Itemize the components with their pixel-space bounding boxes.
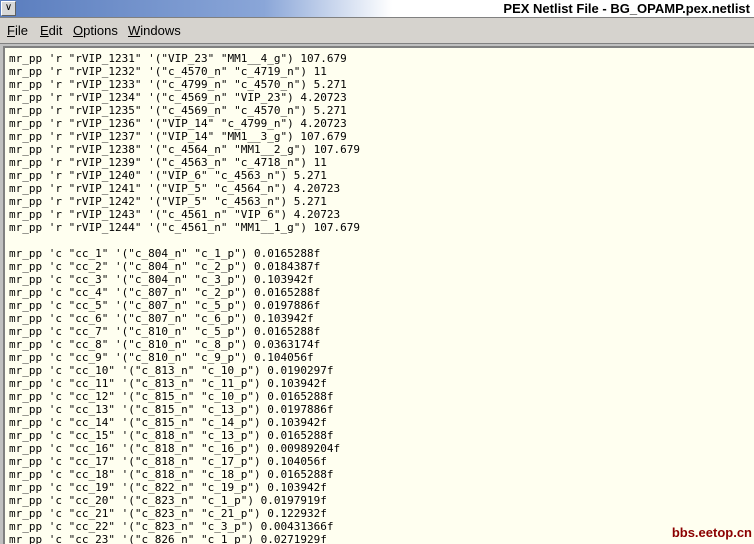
menu-windows[interactable]: Windows (128, 23, 181, 38)
netlist-line: mr_pp 'r "rVIP_1234" '("c_4569_n" "VIP_2… (9, 91, 347, 104)
netlist-line: mr_pp 'c "cc_3" '("c_804_n" "c_3_p") 0.1… (9, 273, 314, 286)
netlist-line: mr_pp 'r "rVIP_1242" '("VIP_5" "c_4563_n… (9, 195, 327, 208)
netlist-line: mr_pp 'c "cc_19" '("c_822_n" "c_19_p") 0… (9, 481, 327, 494)
netlist-line: mr_pp 'r "rVIP_1236" '("VIP_14" "c_4799_… (9, 117, 347, 130)
netlist-line: mr_pp 'c "cc_8" '("c_810_n" "c_8_p") 0.0… (9, 338, 321, 351)
netlist-text-area[interactable]: mr_pp 'r "rVIP_1231" '("VIP_23" "MM1__4_… (3, 46, 754, 544)
netlist-line: mr_pp 'r "rVIP_1238" '("c_4564_n" "MM1__… (9, 143, 360, 156)
netlist-line: mr_pp 'r "rVIP_1243" '("c_4561_n" "VIP_6… (9, 208, 341, 221)
netlist-line: mr_pp 'r "rVIP_1231" '("VIP_23" "MM1__4_… (9, 52, 347, 65)
watermark: bbs.eetop.cn (671, 525, 752, 540)
window-title: PEX Netlist File - BG_OPAMP.pex.netlist (503, 1, 750, 16)
menu-options[interactable]: Options (73, 23, 118, 38)
netlist-line: mr_pp 'c "cc_22" '("c_823_n" "c_3_p") 0.… (9, 520, 334, 533)
netlist-line (9, 234, 360, 247)
netlist-line: mr_pp 'c "cc_5" '("c_807_n" "c_5_p") 0.0… (9, 299, 321, 312)
netlist-line: mr_pp 'c "cc_10" '("c_813_n" "c_10_p") 0… (9, 364, 334, 377)
netlist-line: mr_pp 'c "cc_15" '("c_818_n" "c_13_p") 0… (9, 429, 334, 442)
netlist-line: mr_pp 'c "cc_21" '("c_823_n" "c_21_p") 0… (9, 507, 327, 520)
menu-bar: File Edit Options Windows (0, 18, 754, 44)
netlist-line: mr_pp 'r "rVIP_1232" '("c_4570_n" "c_471… (9, 65, 327, 78)
netlist-line: mr_pp 'c "cc_2" '("c_804_n" "c_2_p") 0.0… (9, 260, 321, 273)
netlist-line: mr_pp 'r "rVIP_1239" '("c_4563_n" "c_471… (9, 156, 327, 169)
netlist-line: mr_pp 'r "rVIP_1237" '("VIP_14" "MM1__3_… (9, 130, 347, 143)
chevron-down-icon: ∨ (4, 2, 13, 13)
netlist-line: mr_pp 'c "cc_13" '("c_815_n" "c_13_p") 0… (9, 403, 334, 416)
netlist-line: mr_pp 'c "cc_20" '("c_823_n" "c_1_p") 0.… (9, 494, 327, 507)
netlist-line: mr_pp 'c "cc_18" '("c_818_n" "c_18_p") 0… (9, 468, 334, 481)
netlist-line: mr_pp 'c "cc_11" '("c_813_n" "c_11_p") 0… (9, 377, 327, 390)
netlist-line: mr_pp 'r "rVIP_1244" '("c_4561_n" "MM1__… (9, 221, 360, 234)
netlist-line: mr_pp 'c "cc_23" '("c_826_n" "c_1_p") 0.… (9, 533, 327, 544)
netlist-line: mr_pp 'c "cc_16" '("c_818_n" "c_16_p") 0… (9, 442, 341, 455)
netlist-line: mr_pp 'c "cc_6" '("c_807_n" "c_6_p") 0.1… (9, 312, 314, 325)
netlist-line: mr_pp 'r "rVIP_1235" '("c_4569_n" "c_457… (9, 104, 347, 117)
netlist-line: mr_pp 'c "cc_14" '("c_815_n" "c_14_p") 0… (9, 416, 327, 429)
netlist-line: mr_pp 'c "cc_12" '("c_815_n" "c_10_p") 0… (9, 390, 334, 403)
netlist-lines: mr_pp 'r "rVIP_1231" '("VIP_23" "MM1__4_… (9, 52, 360, 544)
netlist-line: mr_pp 'c "cc_4" '("c_807_n" "c_2_p") 0.0… (9, 286, 321, 299)
netlist-line: mr_pp 'c "cc_7" '("c_810_n" "c_5_p") 0.0… (9, 325, 321, 338)
netlist-line: mr_pp 'c "cc_17" '("c_818_n" "c_17_p") 0… (9, 455, 327, 468)
netlist-line: mr_pp 'r "rVIP_1241" '("VIP_5" "c_4564_n… (9, 182, 341, 195)
netlist-line: mr_pp 'r "rVIP_1233" '("c_4799_n" "c_457… (9, 78, 347, 91)
menu-edit[interactable]: Edit (40, 23, 62, 38)
menu-file[interactable]: File (7, 23, 28, 38)
netlist-line: mr_pp 'r "rVIP_1240" '("VIP_6" "c_4563_n… (9, 169, 327, 182)
netlist-line: mr_pp 'c "cc_9" '("c_810_n" "c_9_p") 0.1… (9, 351, 314, 364)
window-menu-button[interactable]: ∨ (1, 1, 16, 16)
title-bar: ∨ PEX Netlist File - BG_OPAMP.pex.netlis… (0, 0, 754, 18)
netlist-line: mr_pp 'c "cc_1" '("c_804_n" "c_1_p") 0.0… (9, 247, 321, 260)
